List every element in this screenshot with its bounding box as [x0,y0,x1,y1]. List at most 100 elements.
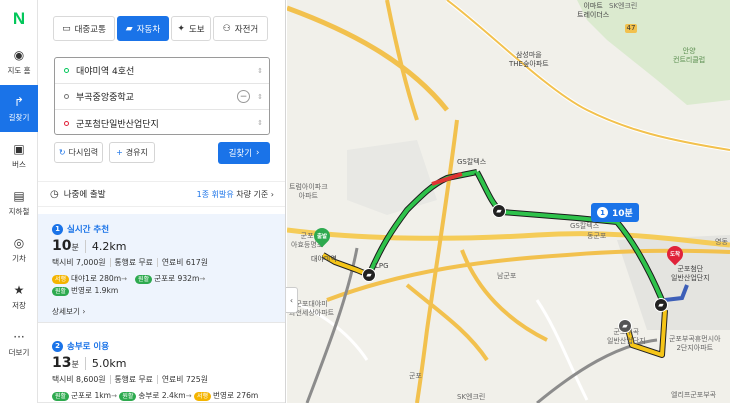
naver-logo[interactable]: N [0,0,38,38]
reset-label: 다시입력 [68,148,99,157]
arrow-right-icon: → [121,275,128,283]
rail-item-label: 버스 [12,159,26,169]
road-distance: 2.4km [161,391,186,400]
result-distance: 4.2km [84,240,126,253]
tab-label: 대중교통 [74,24,106,35]
more-icon: ··· [13,329,25,344]
map-pin-icon: ◉ [13,47,25,62]
start-pin[interactable]: 출발 [310,224,334,248]
rail-item-bus[interactable]: ▣ 버스 [0,132,38,179]
rail-item-label: 길찾기 [8,112,30,122]
start-field[interactable]: 대야미역 4호선 ⇕ [55,58,269,84]
map-label: 남군포 [497,272,517,280]
end-pin-label: 도착 [669,252,681,258]
rail-item-train[interactable]: ◎ 기차 [0,226,38,273]
vehicle-class: 1종 휘발유 [196,189,234,199]
end-field[interactable]: 군포첨단일반산업단지 ⇕ [55,110,269,136]
star-icon: ★ [13,282,25,297]
directions-panel: ▭ 대중교통 ▰ 자동차 ✦ 도보 ⚇ 자전거 대야미역 4호선 ⇕ 부곡중앙중… [38,0,286,403]
tab-bicycle[interactable]: ⚇ 자전거 [213,16,268,41]
departure-row[interactable]: ◷ 나중에 출발 1종 휘발유 차량 기준 › [38,181,285,207]
traffic-tag: 원활 [52,286,70,296]
map-label: 군포 [409,372,422,380]
app-root: N ◉ 지도 홈 ↱ 길찾기 ▣ 버스 ▤ 지하철 ◎ 기차 ★ 저장 ··· … [0,0,730,403]
directions-icon: ↱ [13,94,25,109]
tab-car[interactable]: ▰ 자동차 [117,16,169,41]
map-label: GS칼텍스 [570,222,600,230]
result-index: 2 [52,340,63,352]
search-button[interactable]: 길찾기 › [218,142,270,164]
result-index: 1 [52,223,63,235]
refresh-icon: ↻ [58,148,66,157]
departure-label: 나중에 출발 [63,190,106,200]
result-title: 송부로 이용 [67,342,110,352]
rail-item-saved[interactable]: ★ 저장 [0,273,38,320]
map-label: GS칼텍스 [457,158,487,166]
map-label: 동군포 [587,232,607,240]
remove-waypoint-icon[interactable]: − [237,90,250,103]
end-pin[interactable]: 도착 [663,242,687,266]
map-view[interactable]: SK엔크린 이마트 트레이더스 삼성마을 THE숲아파트 안양 컨트리클럽 GS… [287,0,730,403]
waypoint-dot-icon [64,94,69,99]
map-label: 엘리프군포부곡 [671,391,717,399]
map-label: 트럼아이파크 아파트 [289,183,328,200]
traffic-tag: 서행 [52,274,70,284]
arrow-right-icon: → [199,275,206,283]
tab-label: 자동차 [136,24,161,35]
tab-transit[interactable]: ▭ 대중교통 [53,16,115,41]
rail-item-subway[interactable]: ▤ 지하철 [0,179,38,226]
traffic-tag: 서행 [193,391,212,401]
rail-item-more[interactable]: ··· 더보기 [0,320,38,367]
rail-item-label: 기차 [12,253,26,263]
car-marker-icon: ▰ [654,298,668,312]
reset-button[interactable]: ↻ 다시입력 [54,142,103,163]
traffic-tag: 원활 [135,274,153,284]
vehicle-type-selector[interactable]: 1종 휘발유 차량 기준 › [197,189,274,200]
waypoint-value: 부곡중앙중학교 [76,93,134,103]
car-marker-icon: ▰ [618,319,632,333]
car-marker-icon: ▰ [362,268,376,282]
result-header: 2 송부로 이용 [52,340,272,352]
fuel-cost: 연료비 725원 [156,375,208,384]
chevron-left-icon: ‹ [289,295,294,305]
result-minutes: 13 [52,355,72,371]
detail-link[interactable]: 상세보기 › [52,306,272,317]
reorder-handle-icon[interactable]: ⇕ [257,93,263,101]
map-label: 군포첨단 일반산업단지 [671,265,710,282]
vehicle-class-suffix: 차량 기준 [236,189,269,199]
clock-icon: ◷ [50,188,59,200]
route-time-badge[interactable]: 1 10분 [591,203,639,222]
tab-label: 도보 [188,24,205,35]
bus-icon: ▣ [13,141,25,156]
road-segments: 서행 대야1로 280m→ 원활 군포로 932m→ 원활 번영로 1.9km [52,273,272,297]
map-label: SK엔크린 [609,2,638,10]
route-result-1[interactable]: 1 실시간 추천 10 분 4.2km 택시비 7,000원 통행료 무료 연료비 … [38,214,285,323]
result-distance: 5.0km [84,357,126,370]
result-costs: 택시비 7,000원 통행료 무료 연료비 617원 [52,257,272,268]
road-name: 송부로 [138,391,160,400]
road-name: 대야1로 [71,274,97,283]
rail-item-directions[interactable]: ↱ 길찾기 [0,85,38,132]
tab-walk[interactable]: ✦ 도보 [171,16,211,41]
add-waypoint-button[interactable]: + 경유지 [109,142,155,163]
rail-item-map-home[interactable]: ◉ 지도 홈 [0,38,38,85]
map-label: 대야미역 [311,255,337,263]
map-label: LPG [375,262,389,270]
left-rail: N ◉ 지도 홈 ↱ 길찾기 ▣ 버스 ▤ 지하철 ◎ 기차 ★ 저장 ··· … [0,0,38,403]
car-icon: ▰ [125,23,133,34]
subway-icon: ▤ [13,188,25,203]
result-header: 1 실시간 추천 [52,223,272,235]
traffic-tag: 원활 [119,391,137,401]
road-name: 군포로 [154,274,176,283]
reorder-handle-icon[interactable]: ⇕ [257,119,263,127]
route-inputs: 대야미역 4호선 ⇕ 부곡중앙중학교 − ⇕ 군포첨단일반산업단지 ⇕ [54,57,270,135]
map-label: 군포부곡휴먼시아 2단지아파트 [669,335,721,352]
add-waypoint-label: 경유지 [125,148,148,157]
route-result-2[interactable]: 2 송부로 이용 13 분 5.0km 택시비 8,600원 통행료 무료 연료비 … [38,331,285,403]
waypoint-field[interactable]: 부곡중앙중학교 − ⇕ [55,84,269,110]
badge-index: 1 [597,207,608,218]
reorder-handle-icon[interactable]: ⇕ [257,67,263,75]
transport-mode-tabs: ▭ 대중교통 ▰ 자동차 ✦ 도보 ⚇ 자전거 [53,16,268,41]
result-title: 실시간 추천 [67,225,110,235]
collapse-panel-button[interactable]: ‹ [286,287,298,313]
